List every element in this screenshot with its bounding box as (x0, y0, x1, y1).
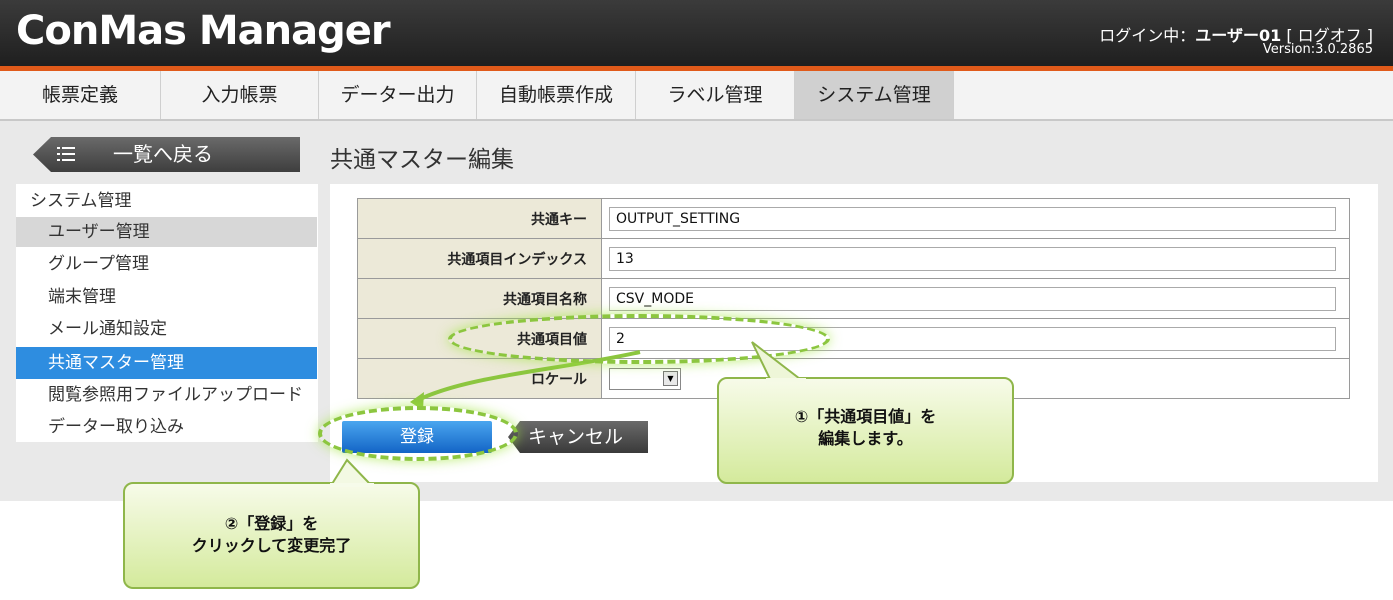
callout2-tail (330, 458, 374, 487)
